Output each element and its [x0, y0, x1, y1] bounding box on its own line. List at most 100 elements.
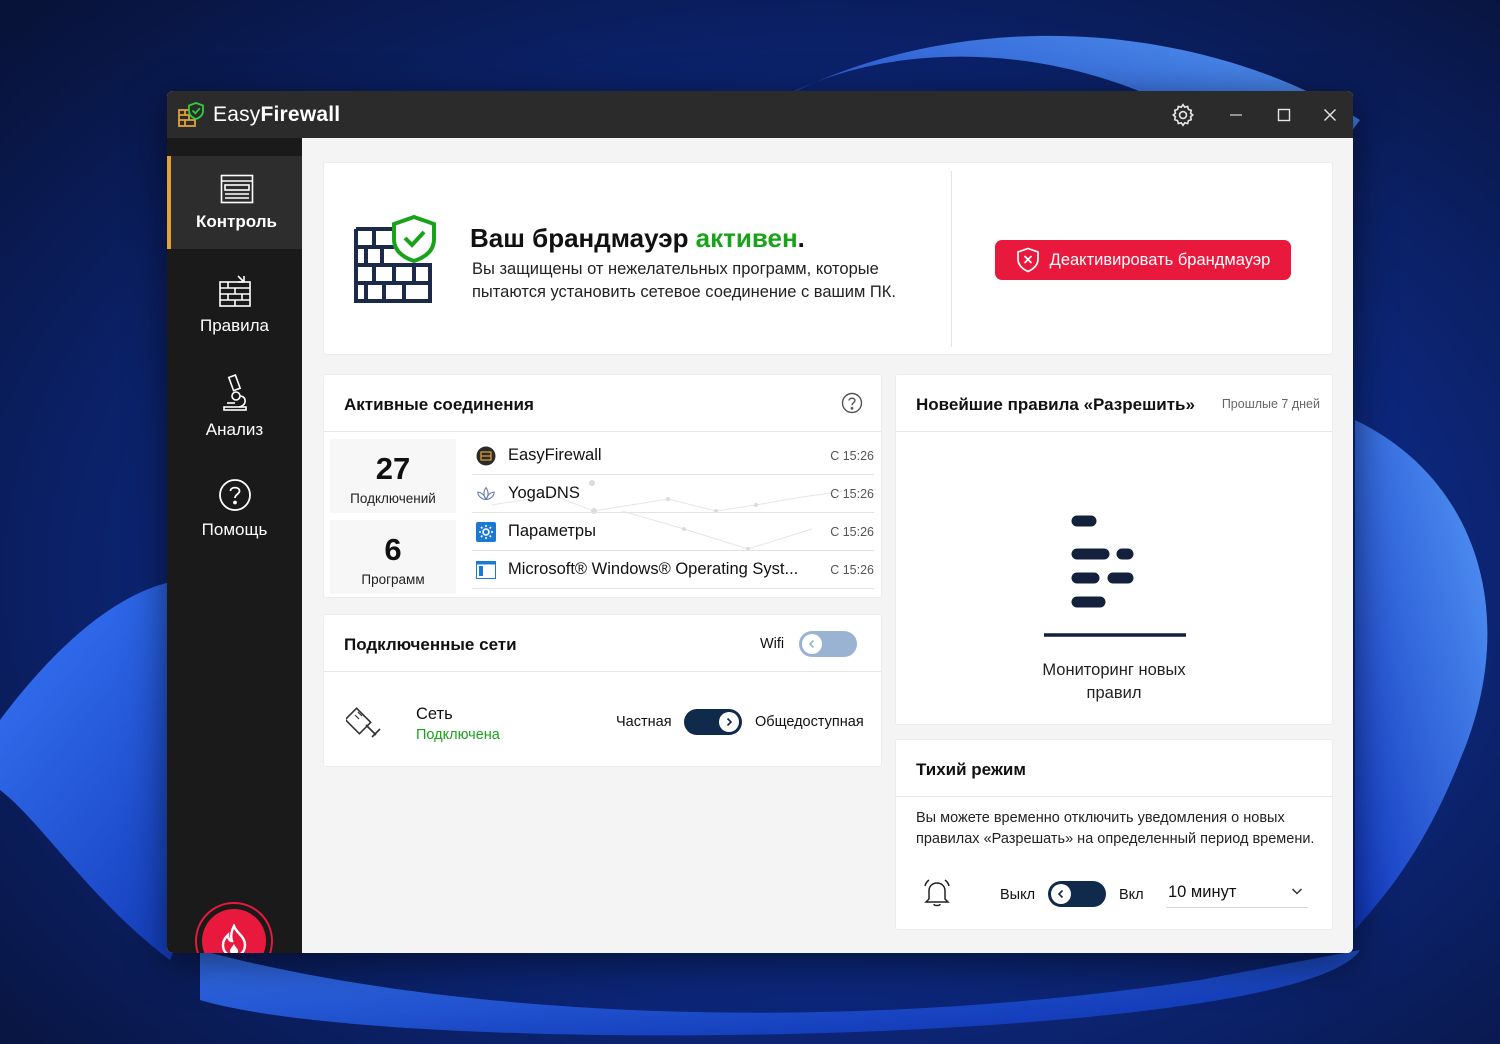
status-state-text: активен [695, 223, 798, 253]
newest-allow-rules-card: Новейшие правила «Разрешить» Прошлые 7 д… [895, 374, 1333, 725]
quiet-mode-header: Тихий режим [896, 740, 1332, 797]
rules-monitoring-text: Мониторинг новых правил [896, 659, 1332, 705]
network-status: Подключена [416, 727, 500, 743]
maximize-icon [1277, 108, 1291, 121]
settings-gear-icon [476, 521, 496, 542]
sidebar: Контроль Правила Анализ Помощь [167, 138, 302, 953]
firewall-shield-icon [354, 215, 436, 303]
sidebar-item-label: Контроль [196, 211, 277, 231]
network-name: Сеть [416, 705, 453, 723]
app-title: EasyFirewall [213, 103, 340, 127]
app-title-bold: Firewall [260, 102, 341, 126]
quiet-mode-toggle[interactable] [1048, 881, 1106, 907]
rules-monitoring-text-line1: Мониторинг новых [1042, 661, 1186, 679]
minimize-button[interactable] [1213, 91, 1259, 138]
panic-block-button[interactable] [195, 902, 273, 953]
sidebar-item-label: Правила [199, 315, 270, 335]
chevron-left-icon [808, 639, 815, 649]
active-connections-header: Активные соединения [324, 375, 881, 432]
question-circle-icon [841, 392, 863, 414]
newest-rules-header: Новейшие правила «Разрешить» Прошлые 7 д… [896, 375, 1332, 432]
connected-networks-card: Подключенные сети Wifi Сеть Подключена Ч… [323, 614, 882, 767]
quiet-mode-on-label: Вкл [1119, 887, 1144, 903]
connection-time: С 15:26 [830, 524, 874, 539]
wifi-toggle[interactable] [799, 631, 857, 657]
connection-row-easyfirewall[interactable]: EasyFirewall С 15:26 [472, 437, 874, 475]
app-logo-icon [178, 101, 204, 127]
quiet-mode-description: Вы можете временно отключить уведомления… [916, 810, 1315, 847]
minimize-icon [1230, 113, 1242, 116]
maximize-button[interactable] [1261, 91, 1307, 138]
quiet-duration-select[interactable]: 10 минут [1166, 878, 1308, 908]
main-content: Ваш брандмауэр активен. Вы защищены от н… [302, 138, 1353, 953]
sidebar-item-label: Анализ [205, 419, 264, 439]
chevron-left-icon [1057, 889, 1064, 899]
connection-row-windows[interactable]: Microsoft® Windows® Operating Syst... С … [472, 551, 874, 589]
flame-icon [221, 924, 247, 953]
shield-x-icon [1016, 247, 1039, 273]
connection-row-yogadns[interactable]: YogaDNS С 15:26 [472, 475, 874, 513]
active-connections-card: Активные соединения 27 Подключений 6 Про… [323, 374, 882, 598]
connection-time: С 15:26 [830, 448, 874, 463]
firewall-status-description: Вы защищены от нежелательных программ, к… [472, 260, 896, 301]
rules-wall-icon [218, 274, 251, 307]
quiet-duration-value: 10 минут [1168, 883, 1237, 901]
app-window: EasyFirewall Контроль Правила Анализ Пом… [167, 91, 1353, 953]
connection-row-settings[interactable]: Параметры С 15:26 [472, 513, 874, 551]
sidebar-item-analysis[interactable]: Анализ [167, 360, 302, 453]
network-cable-icon [346, 707, 381, 738]
microscope-icon [222, 373, 247, 411]
public-network-label: Общедоступная [755, 714, 864, 730]
network-profile-toggle[interactable] [684, 709, 742, 735]
windows-window-icon [476, 560, 496, 580]
connections-count-value: 27 [375, 451, 411, 486]
wifi-label: Wifi [760, 636, 785, 652]
sidebar-item-help[interactable]: Помощь [167, 462, 302, 555]
programs-count-value: 6 [384, 532, 402, 567]
sidebar-item-label: Помощь [201, 519, 268, 539]
toggle-knob [1051, 884, 1071, 904]
chevron-right-icon [726, 717, 733, 727]
firewall-status-card: Ваш брандмауэр активен. Вы защищены от н… [323, 162, 1333, 355]
sidebar-item-rules[interactable]: Правила [167, 258, 302, 351]
rules-monitoring-text-line2: правил [1086, 684, 1142, 702]
quiet-mode-title: Тихий режим [916, 760, 1026, 779]
firewall-status-title: Ваш брандмауэр активен. [470, 223, 805, 254]
close-button[interactable] [1307, 91, 1353, 138]
settings-button[interactable] [1160, 91, 1206, 138]
dashboard-icon [220, 174, 253, 203]
yogadns-lotus-icon [476, 484, 496, 504]
connection-name: Microsoft® Windows® Operating Syst... [508, 560, 799, 578]
connected-networks-title: Подключенные сети [344, 635, 517, 654]
status-title-prefix: Ваш брандмауэр [470, 223, 696, 253]
toggle-knob [719, 712, 739, 732]
connection-time: С 15:26 [830, 562, 874, 577]
deactivate-firewall-button[interactable]: Деактивировать брандмауэр [995, 240, 1291, 280]
close-icon [1324, 108, 1336, 121]
connection-name: EasyFirewall [508, 446, 602, 464]
gear-icon [1171, 102, 1195, 127]
active-connections-title: Активные соединения [344, 395, 534, 414]
programs-count-label: Программ [361, 572, 425, 587]
rules-monitoring-icon [1044, 515, 1186, 637]
help-circle-icon [218, 478, 251, 511]
programs-count-tile: 6 Программ [330, 520, 456, 594]
status-divider [951, 171, 952, 347]
newest-rules-title: Новейшие правила «Разрешить» [916, 395, 1195, 414]
quiet-mode-card: Тихий режим Вы можете временно отключить… [895, 739, 1333, 930]
private-network-label: Частная [616, 714, 672, 730]
connection-name: Параметры [508, 522, 596, 540]
app-title-prefix: Easy [213, 102, 261, 126]
toggle-knob [802, 634, 822, 654]
bell-icon [924, 879, 950, 907]
connections-count-label: Подключений [350, 491, 436, 506]
connections-help-button[interactable] [841, 392, 863, 419]
chevron-down-icon [1291, 888, 1303, 895]
easyfirewall-icon [476, 446, 496, 466]
status-title-suffix: . [797, 223, 805, 253]
deactivate-firewall-label: Деактивировать брандмауэр [1049, 250, 1271, 269]
sidebar-item-control[interactable]: Контроль [167, 156, 302, 249]
newest-rules-period: Прошлые 7 дней [1221, 397, 1320, 411]
connected-networks-header: Подключенные сети Wifi [324, 615, 881, 672]
panic-block-button-inner [202, 909, 266, 953]
